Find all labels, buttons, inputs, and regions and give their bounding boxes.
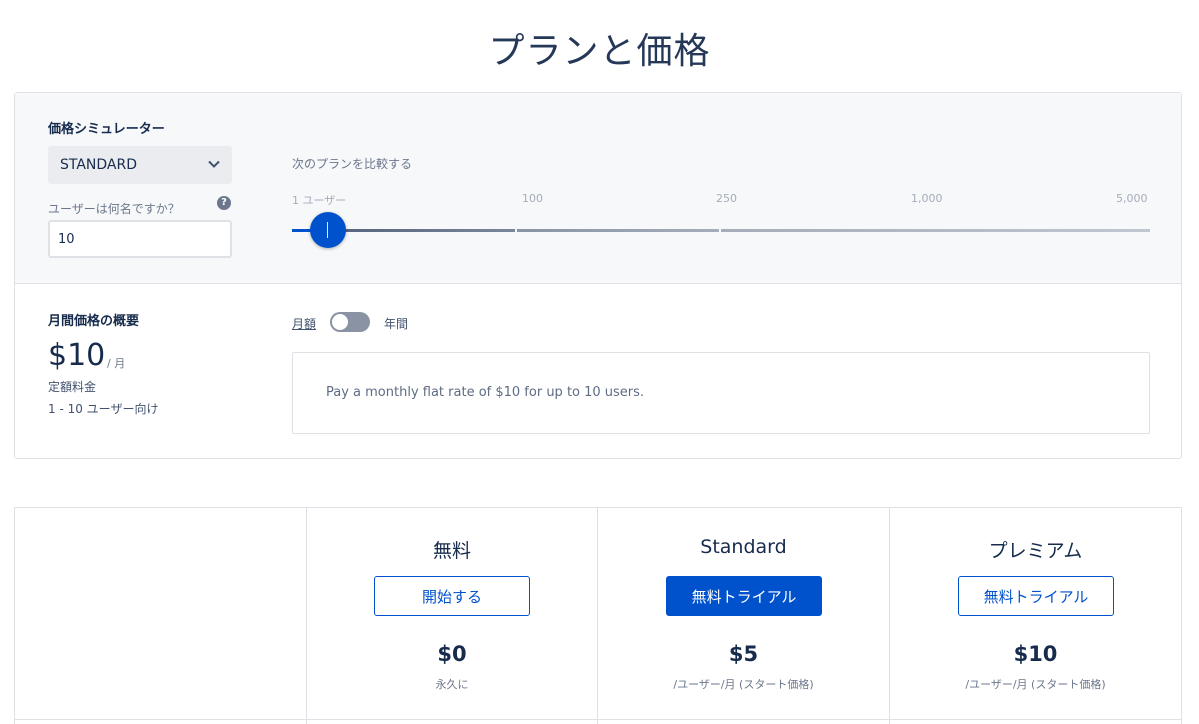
plan-price: $10 (1013, 642, 1058, 666)
plan-name: 無料 (432, 540, 471, 562)
summary-heading: 月間価格の概要 (48, 314, 140, 329)
user-range-label: 1 - 10 ユーザー向け (48, 402, 159, 416)
summary-price-unit: / 月 (107, 357, 126, 370)
page-title: プランと価格 (488, 31, 711, 72)
slider-handle[interactable] (310, 212, 346, 248)
plan-price-note: /ユーザー/月 (スタート価格) (673, 678, 814, 691)
free-trial-button[interactable]: 無料トライアル (666, 576, 822, 616)
tick-label: 1 ユーザー (292, 194, 347, 207)
slider-track-filled[interactable] (292, 229, 311, 232)
slider-track-segment[interactable] (517, 229, 719, 232)
tick-label: 1,000 (911, 192, 943, 205)
simulator-panel: 価格シミュレーター STANDARD ユーザーは何名ですか？ ? 次のプランを比… (15, 93, 1181, 284)
chevron-down-icon (208, 160, 220, 168)
plan-price-note: /ユーザー/月 (スタート価格) (965, 678, 1106, 691)
price-description: Pay a monthly flat rate of $10 for up to… (326, 385, 645, 400)
plan-name: プレミアム (988, 540, 1083, 562)
row-divider (15, 719, 1181, 720)
free-trial-button[interactable]: 無料トライアル (958, 576, 1114, 616)
users-label: ユーザーは何名ですか？ (48, 202, 180, 216)
pricing-simulator-card: 価格シミュレーター STANDARD ユーザーは何名ですか？ ? 次のプランを比… (14, 92, 1182, 459)
price-description-box: Pay a monthly flat rate of $10 for up to… (292, 352, 1150, 434)
plan-price: $5 (728, 642, 759, 666)
plan-name: Standard (700, 536, 787, 558)
plan-select-value: STANDARD (60, 157, 138, 173)
plan-column-free: 無料 開始する $0 永久に (306, 508, 597, 724)
plans-table: 無料 開始する $0 永久に Standard 無料トライアル $5 /ユーザー… (14, 507, 1182, 724)
slider-track-segment[interactable] (721, 229, 1150, 232)
plan-column-standard: Standard 無料トライアル $5 /ユーザー/月 (スタート価格) (597, 508, 889, 724)
help-icon[interactable]: ? (217, 196, 231, 210)
billing-yearly-label: 年間 (384, 317, 409, 331)
plan-price: $0 (437, 642, 467, 666)
summary-price: $10 (48, 338, 106, 373)
plan-select[interactable]: STANDARD (48, 146, 232, 184)
simulator-heading: 価格シミュレーター (48, 122, 165, 137)
tick-label: 5,000 (1116, 192, 1148, 205)
plan-price-note: 永久に (435, 678, 469, 691)
flat-rate-label: 定額料金 (48, 380, 97, 394)
get-started-button[interactable]: 開始する (374, 576, 530, 616)
compare-label: 次のプランを比較する (292, 157, 413, 171)
plan-column-premium: プレミアム 無料トライアル $10 /ユーザー/月 (スタート価格) (889, 508, 1181, 724)
tick-label: 100 (522, 192, 543, 205)
billing-monthly-label[interactable]: 月額 (292, 315, 316, 332)
tick-label: 250 (716, 192, 737, 205)
billing-toggle[interactable] (330, 312, 370, 332)
users-input[interactable] (48, 220, 232, 258)
